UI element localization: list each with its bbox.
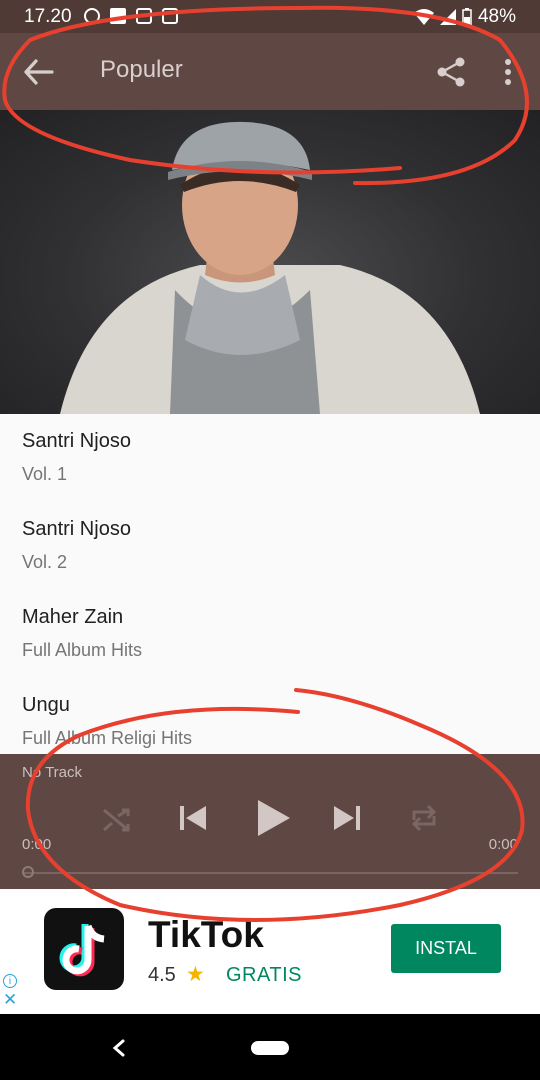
album-list: Santri Njoso Vol. 1 Santri Njoso Vol. 2 … [0,414,540,766]
album-title: Santri Njoso [22,518,131,540]
ad-rating: 4.5 [148,964,176,986]
ad-close-icon[interactable]: ✕ [3,991,17,1008]
artist-hero-image [0,110,540,414]
battery-percent: 48% [477,6,516,27]
shuffle-icon[interactable] [100,798,132,838]
album-title: Maher Zain [22,606,124,628]
tiktok-logo[interactable] [44,908,124,990]
home-pill-button[interactable] [251,1041,289,1055]
status-right: 48% [413,6,516,28]
ad-banner[interactable]: TikTok 4.5 ★ GRATIS INSTAL i ✕ [0,890,540,1014]
nav-back-icon[interactable] [110,1038,128,1058]
share-icon[interactable] [436,57,466,87]
page-title: Populer [100,56,183,83]
elapsed-time: 0:00 [22,836,52,853]
more-vert-icon[interactable] [498,57,518,87]
seek-bar[interactable] [22,872,518,874]
b-notification-icon [84,8,100,24]
total-time: 0:00 [488,836,518,853]
list-item[interactable]: Santri Njoso Vol. 2 [0,502,540,590]
album-subtitle: Full Album Hits [22,640,143,660]
album-subtitle: Vol. 1 [22,464,68,484]
status-bar: 17.20 48% [0,0,540,33]
album-subtitle: Vol. 2 [22,552,68,572]
message-icon [110,8,126,24]
play-icon[interactable] [252,798,292,838]
artist-photo [60,121,480,414]
next-track-icon[interactable] [330,798,364,838]
wifi-icon [413,9,434,25]
list-item[interactable]: Santri Njoso Vol. 1 [0,414,540,502]
list-item[interactable]: Maher Zain Full Album Hits [0,590,540,678]
list-item[interactable]: Ungu Full Album Religi Hits [0,678,540,766]
notification-icons [84,8,178,24]
gmail-icon [162,8,178,24]
album-title: Santri Njoso [22,430,131,452]
back-arrow-icon[interactable] [22,57,54,87]
ad-price: GRATIS [226,964,302,986]
repeat-icon[interactable] [408,798,440,838]
install-button[interactable]: INSTAL [391,924,501,973]
ad-app-name: TikTok [148,914,264,955]
battery-icon [462,8,472,26]
music-player: No Track 0:00 0:00 [0,754,540,889]
star-icon: ★ [186,963,205,986]
previous-track-icon[interactable] [176,798,210,838]
instagram-icon [136,8,152,24]
system-nav-bar [0,1014,540,1080]
signal-icon [439,9,456,25]
status-time: 17.20 [24,6,72,27]
album-subtitle: Full Album Religi Hits [22,728,193,748]
app-bar: Populer [0,33,540,110]
ad-info-icon[interactable]: i [3,974,17,988]
track-name: No Track [22,764,83,781]
seek-thumb[interactable] [22,866,34,878]
album-title: Ungu [22,694,70,716]
tiktok-note-icon [59,924,105,977]
